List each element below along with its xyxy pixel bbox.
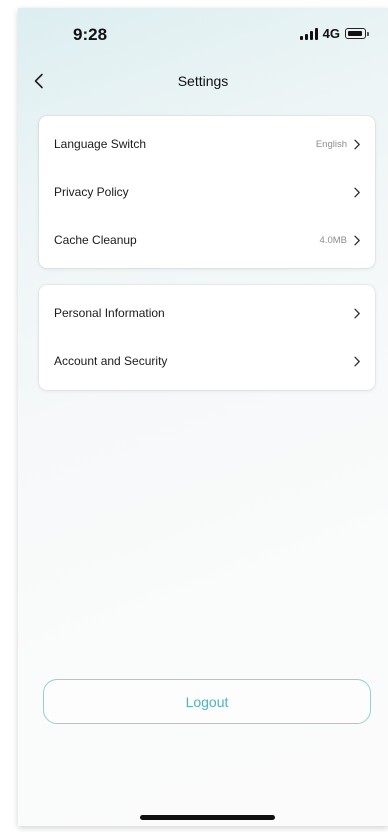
settings-group-account: Personal Information Account and Securit… — [39, 285, 375, 390]
network-label: 4G — [322, 26, 340, 41]
logout-button[interactable]: Logout — [43, 679, 371, 724]
battery-icon — [345, 28, 369, 39]
chevron-right-icon — [354, 356, 360, 366]
home-indicator[interactable] — [140, 815, 275, 820]
chevron-right-icon — [354, 187, 360, 197]
phone-screen: 9:28 4G Settings Language Switch English — [18, 8, 388, 826]
row-label: Privacy Policy — [54, 185, 129, 199]
privacy-policy-row[interactable]: Privacy Policy — [39, 168, 375, 216]
status-indicators: 4G — [299, 26, 369, 41]
signal-icon — [299, 27, 318, 40]
page-title: Settings — [177, 73, 229, 89]
chevron-right-icon — [354, 308, 360, 318]
cache-cleanup-row[interactable]: Cache Cleanup 4.0MB — [39, 216, 375, 264]
personal-information-row[interactable]: Personal Information — [39, 289, 375, 337]
language-switch-row[interactable]: Language Switch English — [39, 120, 375, 168]
chevron-right-icon — [354, 235, 360, 245]
status-bar: 9:28 4G — [18, 8, 388, 60]
chevron-right-icon — [354, 139, 360, 149]
row-label: Account and Security — [54, 354, 168, 368]
row-label: Language Switch — [54, 137, 147, 151]
row-label: Personal Information — [54, 306, 165, 320]
cache-size-value: 4.0MB — [319, 234, 347, 246]
status-time: 9:28 — [73, 25, 108, 44]
settings-group-general: Language Switch English Privacy Policy C… — [39, 116, 375, 268]
navigation-bar: Settings — [18, 60, 388, 104]
row-label: Cache Cleanup — [54, 233, 137, 247]
account-security-row[interactable]: Account and Security — [39, 337, 375, 385]
language-value: English — [315, 138, 347, 150]
